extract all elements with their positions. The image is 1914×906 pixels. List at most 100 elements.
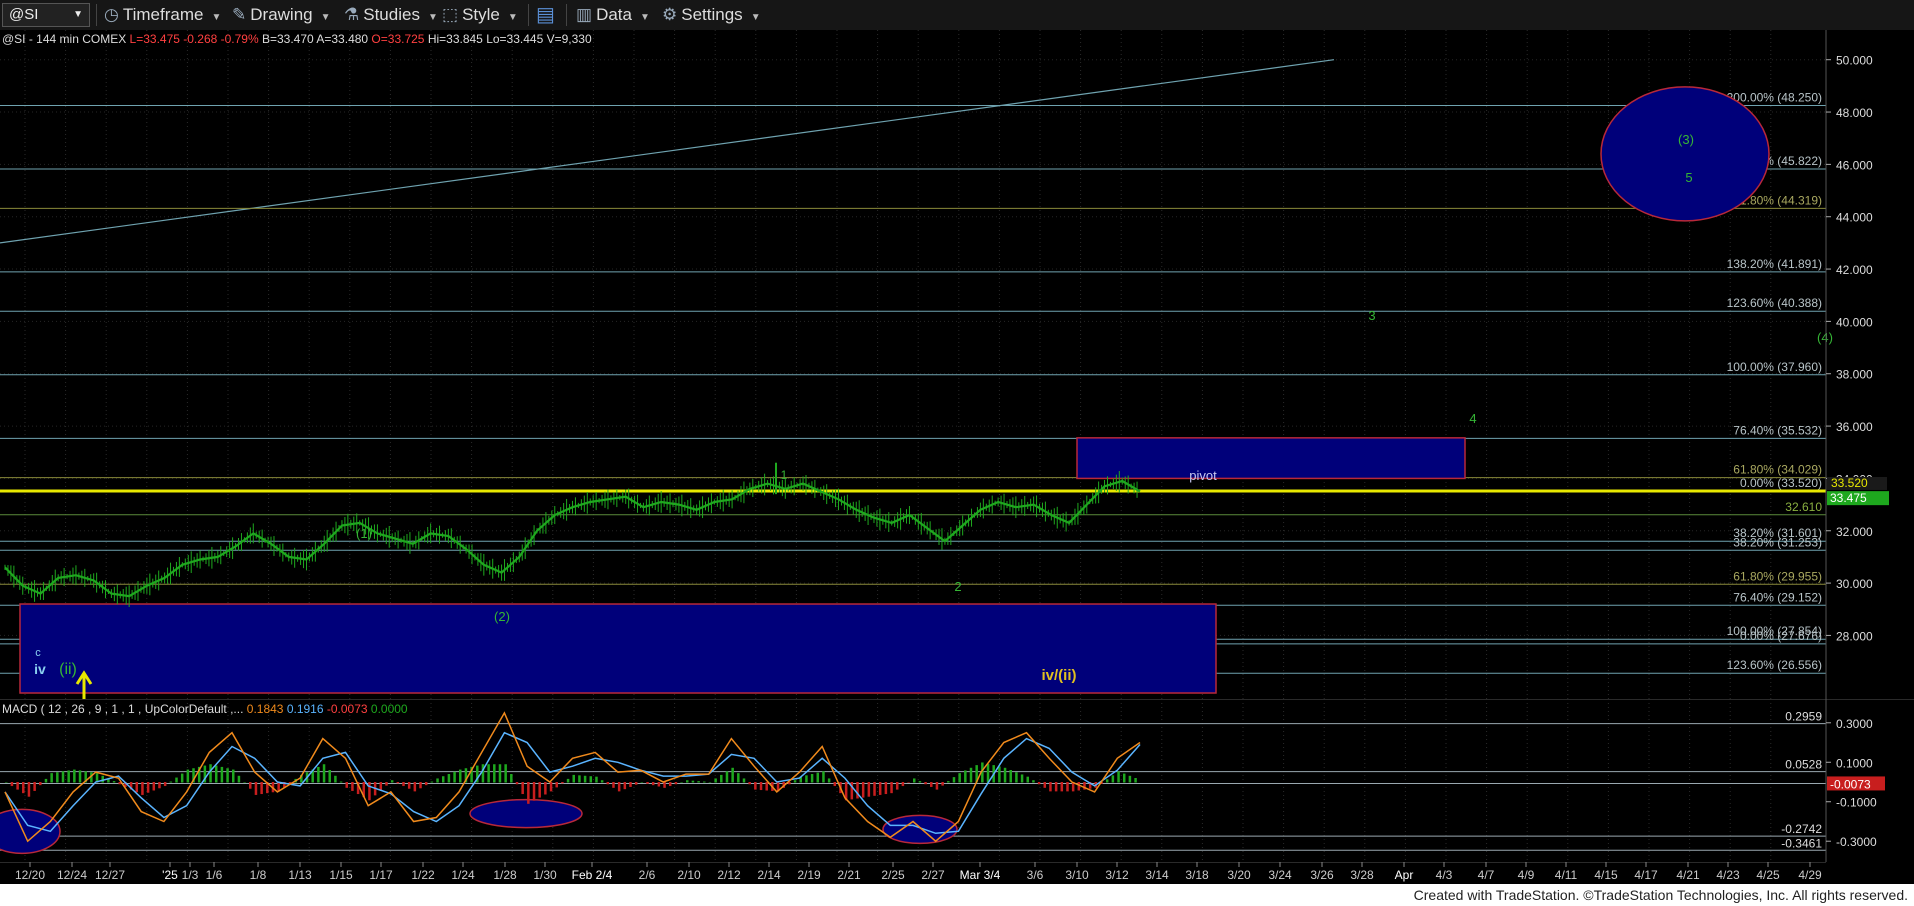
wave-label: 5: [1685, 170, 1692, 185]
macd-histogram-bar: [964, 770, 967, 783]
drawing-menu[interactable]: ✎ Drawing ▼: [232, 5, 331, 25]
price-axis-label: 42.000: [1836, 263, 1873, 277]
macd-histogram-bar: [810, 774, 814, 783]
macd-axis-label: 0.3000: [1836, 717, 1873, 731]
x-axis-label: 4/17: [1634, 868, 1658, 882]
wave-label: 4: [1469, 411, 1476, 426]
macd-histogram-bar: [345, 782, 348, 788]
chevron-down-icon: ▼: [750, 12, 761, 23]
macd-histogram-bar: [867, 782, 871, 797]
macd-histogram-bar: [544, 782, 547, 795]
x-axis-label: 4/3: [1436, 868, 1453, 882]
macd-histogram-bar: [209, 764, 212, 783]
header-symbol: @SI - 144 min COMEX: [2, 32, 130, 46]
macd-histogram-bar: [368, 782, 371, 801]
macd-histogram-bar: [16, 782, 19, 790]
wave-label: 3: [1368, 308, 1375, 323]
macd-histogram-bar: [322, 764, 326, 783]
x-axis-label: 3/24: [1268, 868, 1292, 882]
data-menu[interactable]: ▥ Data ▼: [576, 5, 650, 25]
macd-histogram-bar: [884, 782, 888, 795]
macd-histogram-bar: [510, 774, 513, 783]
macd-histogram-bar: [407, 782, 411, 789]
macd-histogram-bar: [453, 771, 456, 783]
settings-label: Settings: [681, 5, 743, 24]
x-axis-label: 12/24: [57, 868, 87, 882]
x-axis-label: 12/20: [15, 868, 45, 882]
price-axis-label: 38.000: [1836, 368, 1873, 382]
macd-histogram-bar: [731, 767, 734, 783]
macd-histogram-bar: [657, 782, 661, 787]
x-axis-label: 2/21: [837, 868, 861, 882]
price-axis-label: 28.000: [1836, 629, 1873, 643]
macd-histogram-bar: [1134, 778, 1137, 783]
chevron-down-icon: ▼: [211, 12, 222, 23]
macd-histogram-bar: [78, 770, 82, 783]
x-axis-label: 4/25: [1756, 868, 1780, 882]
macd-histogram-bar: [651, 782, 655, 786]
macd-histogram-bar: [27, 782, 31, 797]
macd-histogram-bar: [527, 782, 530, 804]
x-axis-background: [0, 862, 1914, 884]
macd-histogram-bar: [424, 782, 428, 786]
price-chart[interactable]: 200.00% (48.250)176.40% (45.822)161.80% …: [0, 30, 1914, 699]
style-menu[interactable]: ⬚ Style ▼: [442, 5, 518, 25]
macd-level-label: -0.0073: [1830, 777, 1871, 791]
macd-histogram-bar: [617, 782, 621, 792]
macd-histogram-bar: [1020, 774, 1024, 783]
macd-histogram-bar: [901, 782, 905, 787]
macd-histogram-bar: [243, 782, 246, 783]
macd-histogram-bar: [600, 780, 604, 783]
macd-histogram-bar: [640, 782, 644, 783]
timeframe-menu[interactable]: ◷ Timeframe ▼: [104, 5, 221, 25]
macd-histogram-bar: [816, 772, 820, 783]
fib-level-label: 38.20% (31.253): [1733, 535, 1822, 549]
level-marker: 33.520: [1831, 476, 1868, 490]
macd-histogram-bar: [549, 782, 553, 792]
macd-histogram-bar: [504, 764, 507, 783]
x-axis-label: 2/10: [677, 868, 701, 882]
pencil-icon: ✎: [232, 5, 247, 24]
x-axis-label: 1/30: [533, 868, 557, 882]
macd-histogram-bar: [487, 764, 490, 783]
macd-histogram-bar: [748, 782, 751, 785]
macd-histogram-bar: [623, 782, 627, 790]
macd-histogram-bar: [1043, 782, 1047, 788]
macd-histogram-bar: [56, 772, 59, 783]
macd-histogram-bar: [1015, 772, 1018, 783]
fib-level-label: 32.610: [1785, 500, 1822, 514]
macd-histogram-bar: [969, 767, 973, 783]
header-last: L=33.475: [130, 32, 184, 46]
x-axis-label: 2/12: [717, 868, 741, 882]
studies-menu[interactable]: ⚗ Studies ▼: [344, 5, 438, 25]
macd-chart[interactable]: 0.2959 0.0528 -0.0073 -0.2742-0.3461 0.3000 0…: [0, 699, 1914, 862]
symbol-input[interactable]: @SI ▼: [2, 3, 90, 27]
toolbar-divider: [566, 4, 567, 26]
layout-icon[interactable]: ▤: [536, 5, 555, 25]
macd-histogram-bar: [515, 782, 519, 785]
macd-histogram-bar: [186, 769, 190, 783]
x-axis-label: 3/18: [1185, 868, 1209, 882]
macd-histogram-bar: [498, 764, 502, 783]
x-axis-label: 4/9: [1518, 868, 1535, 882]
settings-menu[interactable]: ⚙ Settings ▼: [662, 5, 761, 25]
macd-histogram-bar: [1066, 782, 1069, 792]
macd-histogram-bar: [714, 778, 717, 783]
x-axis-label: 1/17: [369, 868, 393, 882]
chart-header: @SI - 144 min COMEX L=33.475 -0.268 -0.7…: [2, 32, 592, 46]
x-axis-label: 3/10: [1065, 868, 1089, 882]
macd-histogram-bar: [986, 763, 990, 783]
drawing-label: Drawing: [250, 5, 313, 24]
style-icon: ⬚: [442, 5, 459, 24]
macd-histogram-bar: [737, 773, 740, 783]
macd-histogram-bar: [1009, 770, 1012, 783]
macd-value-1: 0.1843: [247, 702, 287, 716]
macd-histogram-bar: [5, 782, 8, 783]
macd-histogram-bar: [833, 782, 837, 787]
macd-histogram-bar: [822, 771, 825, 783]
fib-level-label: 138.20% (41.891): [1727, 257, 1822, 271]
x-axis-label: 1/8: [250, 868, 267, 882]
chevron-down-icon: ▼: [427, 12, 438, 23]
macd-histogram-bar: [169, 781, 173, 783]
macd-histogram-bar: [708, 782, 712, 783]
